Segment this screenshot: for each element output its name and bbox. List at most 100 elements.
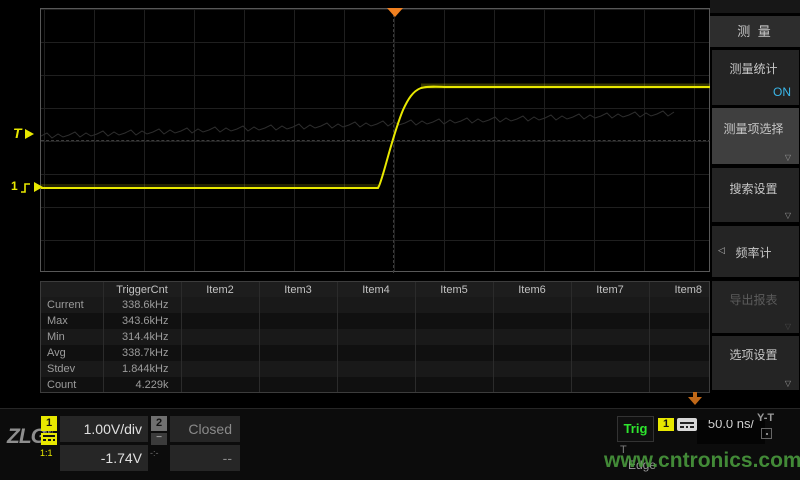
cell-value [259,313,337,329]
cell-value [493,377,571,393]
trigger-status-box[interactable]: Trig [617,416,654,442]
menu-item-frequency-counter[interactable]: ◁ 频率计 [712,226,799,277]
timebase-box[interactable]: 50.0 ns/ [697,420,765,444]
noise-trace [41,111,674,138]
row-label: Count [41,377,103,393]
measurement-statistics-table: TriggerCnt Item2 Item3 Item4 Item5 Item6… [40,281,710,393]
menu-item-label: 选项设置 [712,346,795,363]
menu-item-search-settings[interactable]: 搜索设置 ▽ [712,168,799,222]
chevron-down-icon: ▽ [785,211,791,220]
cell-value [259,361,337,377]
cell-value [415,361,493,377]
cell-value [415,345,493,361]
cell-value [181,361,259,377]
ch2-status-box[interactable]: Closed [170,416,240,442]
trigger-level-label: T [13,125,22,141]
ch1-probe-ratio: 1:1 [40,448,53,458]
ch1-offset-box[interactable]: -1.74V [60,445,148,471]
cell-value [649,297,710,313]
ch2-offset-box[interactable]: -- [170,445,240,471]
cell-value [337,377,415,393]
watermark-text: www.cntronics.com [604,449,800,473]
cell-value [571,345,649,361]
col-header: Item7 [571,282,649,297]
cell-value [337,313,415,329]
cell-value [181,329,259,345]
menu-item-label: 导出报表 [712,291,795,308]
cell-value [649,313,710,329]
table-row-stdev: Stdev 1.844kHz [41,361,710,377]
menu-item-label: 测量项选择 [712,120,795,137]
ch1-position-marker[interactable]: 1 [11,179,43,193]
ch1-scale-box[interactable]: 1.00V/div [60,416,148,442]
right-arrow-icon [25,129,34,139]
col-header: Item4 [337,282,415,297]
cell-value: 343.6kHz [103,313,181,329]
chevron-down-icon: ▽ [785,322,791,331]
cell-value [337,345,415,361]
cell-value [571,329,649,345]
menu-item-measure-item-select[interactable]: 测量项选择 ▽ [712,108,799,164]
cell-value [259,297,337,313]
ch1-marker-label: 1 [11,179,18,193]
ch2-badge: 2 [151,416,167,431]
cell-value [493,345,571,361]
cell-value [415,329,493,345]
cell-value [415,377,493,393]
table-row-max: Max 343.6kHz [41,313,710,329]
trigger-level-marker[interactable]: T [13,125,34,141]
table-row-current: Current 338.6kHz [41,297,710,313]
cell-value [415,297,493,313]
cell-value [415,313,493,329]
col-header: Item6 [493,282,571,297]
menu-item-label: 搜索设置 [712,180,795,197]
cell-value [259,377,337,393]
timebase-mode-icon [761,428,772,439]
menu-item-label: 频率计 [712,244,795,261]
scroll-down-arrow-icon[interactable] [688,392,702,405]
col-header: TriggerCnt [103,282,181,297]
rising-edge-icon [20,180,31,193]
trigger-coupling-icon [677,418,697,431]
menu-item-export-report: 导出报表 ▽ [712,281,799,333]
cell-value: 314.4kHz [103,329,181,345]
row-label: Min [41,329,103,345]
cell-value: 338.6kHz [103,297,181,313]
cell-value [649,329,710,345]
ch1-trace [41,87,710,188]
statistics-on-value: ON [773,85,791,99]
cell-value: 1.844kHz [103,361,181,377]
trigger-source-badge: 1 [658,418,674,431]
table-header-row: TriggerCnt Item2 Item3 Item4 Item5 Item6… [41,282,710,297]
menu-item-measure-statistics[interactable]: 测量统计 ON [712,50,799,105]
sidebar-top-strip [710,0,800,14]
cell-value [337,329,415,345]
ch1-badge: 1 [41,416,57,431]
waveform-trace [41,9,711,273]
cell-value [571,377,649,393]
col-header [41,282,103,297]
cell-value [571,313,649,329]
table-row-count: Count 4.229k [41,377,710,393]
cell-value [337,297,415,313]
menu-item-label: 测量统计 [712,60,795,77]
row-label: Current [41,297,103,313]
ch2-probe-ratio: -:- [150,448,159,458]
cell-value [181,313,259,329]
row-label: Max [41,313,103,329]
cell-value [571,297,649,313]
col-header: Item2 [181,282,259,297]
trigger-position-marker[interactable] [387,8,403,17]
ch1-dc-coupling-icon [41,433,57,445]
cell-value [649,361,710,377]
waveform-graticule [40,8,710,272]
col-header: Item3 [259,282,337,297]
cell-value [259,345,337,361]
cell-value [493,313,571,329]
measurement-menu-sidebar: 测 量 测量统计 ON 测量项选择 ▽ 搜索设置 ▽ ◁ 频率计 导出报表 ▽ … [710,0,800,408]
table-row-min: Min 314.4kHz [41,329,710,345]
col-header: Item8 [649,282,710,297]
cell-value [493,297,571,313]
menu-item-option-settings[interactable]: 选项设置 ▽ [712,336,799,390]
row-label: Avg [41,345,103,361]
